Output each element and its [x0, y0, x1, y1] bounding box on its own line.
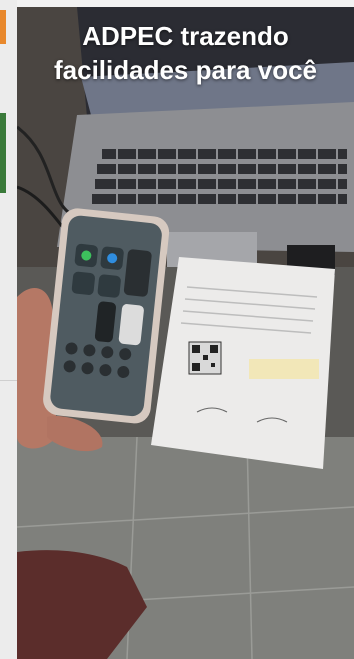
caption-line-1: ADPEC trazendo	[82, 21, 289, 51]
green-accent	[0, 113, 6, 193]
left-sidebar-strip	[0, 0, 17, 659]
orange-accent	[0, 10, 6, 44]
phone	[43, 208, 170, 424]
photo-scene	[17, 7, 354, 659]
caption-line-2: facilidades para você	[53, 55, 318, 85]
divider	[0, 380, 17, 381]
photo: ADPEC trazendo facilidades para você	[17, 7, 354, 659]
caption: ADPEC trazendo facilidades para você	[17, 19, 354, 87]
